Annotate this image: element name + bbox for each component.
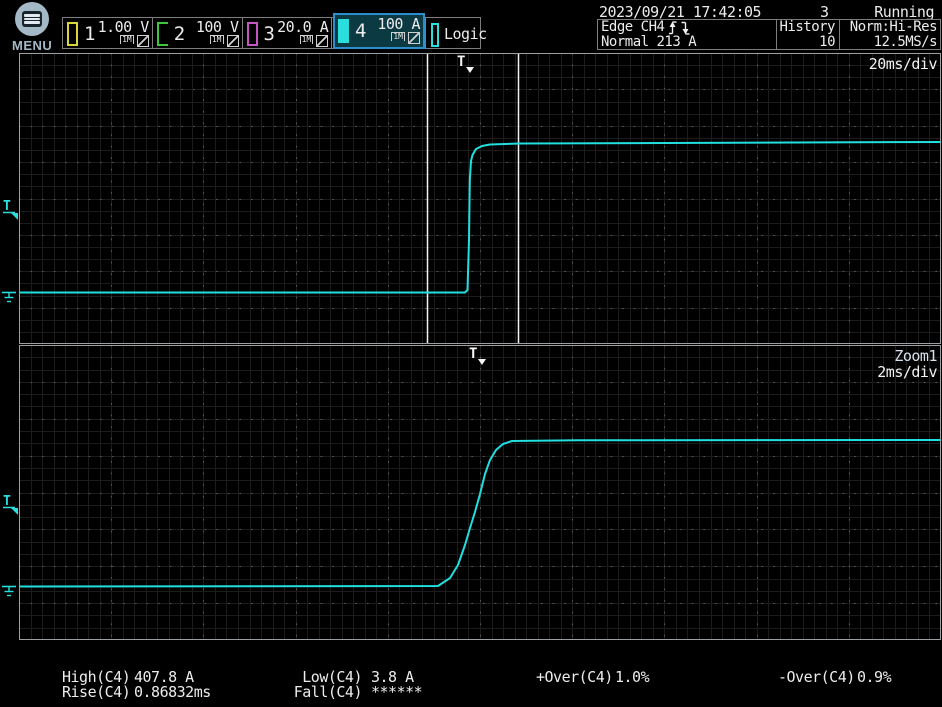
menu-button[interactable]: MENU bbox=[12, 2, 52, 50]
main-timebase-label: 20ms/div bbox=[869, 55, 937, 73]
meas-nover-value: 0.9% bbox=[857, 670, 891, 685]
impedance-1M-icon: 1M bbox=[391, 32, 405, 41]
impedance-1M-icon: 1M bbox=[210, 35, 224, 44]
menu-icon bbox=[15, 2, 49, 36]
channel-4-button-selected[interactable]: 4 100 A 1M bbox=[333, 13, 425, 49]
zoom-trigger-level-marker[interactable]: T bbox=[2, 493, 20, 515]
trigger-settings[interactable]: Edge CH4 Normal 213 A bbox=[598, 20, 776, 49]
menu-label: MENU bbox=[12, 38, 52, 53]
svg-text:T: T bbox=[457, 54, 465, 70]
history-value: 10 bbox=[777, 35, 835, 50]
meas-fall-label: Fall(C4) bbox=[281, 685, 362, 700]
history-button[interactable]: History 10 bbox=[776, 20, 839, 49]
zoom-trigger-position-marker[interactable]: T bbox=[469, 346, 486, 365]
channel-1-indicator-icon bbox=[67, 22, 78, 46]
main-grid bbox=[19, 53, 941, 344]
channel-4-number: 4 bbox=[355, 19, 366, 46]
meas-rise-label: Rise(C4) bbox=[62, 685, 130, 700]
current-probe-icon bbox=[408, 32, 420, 44]
channel-3-indicator-icon bbox=[247, 22, 258, 46]
status-box: Edge CH4 Normal 213 A History 10 Norm:Hi… bbox=[597, 19, 941, 50]
channel-3-number: 3 bbox=[264, 22, 275, 47]
svg-text:T: T bbox=[469, 346, 477, 362]
probe-icon bbox=[227, 35, 239, 47]
channel-2-number: 2 bbox=[174, 22, 185, 47]
trigger-mode-level: Normal 213 A bbox=[601, 35, 776, 50]
sample-rate: 12.5MS/s bbox=[840, 35, 937, 50]
impedance-1M-icon: 1M bbox=[300, 35, 314, 44]
meas-rise-value: 0.86832ms bbox=[134, 685, 211, 700]
datetime-row: 2023/09/21 17:42:05 3 Running bbox=[597, 3, 941, 18]
acquisition-mode: Norm:Hi-Res bbox=[840, 20, 937, 35]
channel-1-number: 1 bbox=[84, 22, 95, 47]
channel-4-scale: 100 A bbox=[377, 17, 420, 31]
channel-4-indicator-icon bbox=[338, 19, 349, 43]
probe-icon bbox=[316, 35, 328, 47]
logic-label: Logic bbox=[444, 25, 487, 43]
meas-fall-value: ****** bbox=[371, 685, 422, 700]
meas-pover-label: +Over(C4) bbox=[536, 670, 613, 685]
trigger-type: Edge CH4 bbox=[601, 20, 664, 35]
channel-3-button[interactable]: 3 20.0 A 1M bbox=[243, 18, 333, 48]
channel-2-button[interactable]: 2 100 V 1M bbox=[153, 18, 243, 48]
rising-edge-icon bbox=[668, 21, 677, 35]
trigger-level-marker[interactable]: T bbox=[2, 198, 20, 220]
impedance-1M-icon: 1M bbox=[120, 35, 134, 44]
zoom-waveform-area[interactable]: T bbox=[19, 345, 941, 640]
logic-button[interactable]: Logic bbox=[426, 18, 480, 48]
channel-1-button[interactable]: 1 1.00 V 1M bbox=[63, 18, 153, 48]
meas-nover-label: -Over(C4) bbox=[778, 670, 855, 685]
logic-indicator-icon bbox=[431, 23, 439, 47]
meas-pover-value: 1.0% bbox=[615, 670, 649, 685]
main-waveform-area[interactable]: T bbox=[19, 53, 941, 344]
probe-icon bbox=[137, 35, 149, 47]
ground-marker[interactable] bbox=[1, 284, 18, 307]
history-label: History bbox=[777, 20, 835, 35]
channel-3-scale: 20.0 A bbox=[277, 20, 328, 34]
channel-1-scale: 1.00 V bbox=[98, 20, 149, 34]
zoom-timebase-label: 2ms/div bbox=[877, 363, 937, 381]
acquisition-button[interactable]: Norm:Hi-Res 12.5MS/s bbox=[839, 20, 940, 49]
channel-2-indicator-icon bbox=[157, 22, 168, 46]
channel-2-scale: 100 V bbox=[196, 20, 239, 34]
trigger-position-marker[interactable]: T bbox=[457, 54, 474, 73]
zoom-ground-marker[interactable] bbox=[1, 578, 18, 601]
falling-edge-icon bbox=[681, 21, 690, 35]
